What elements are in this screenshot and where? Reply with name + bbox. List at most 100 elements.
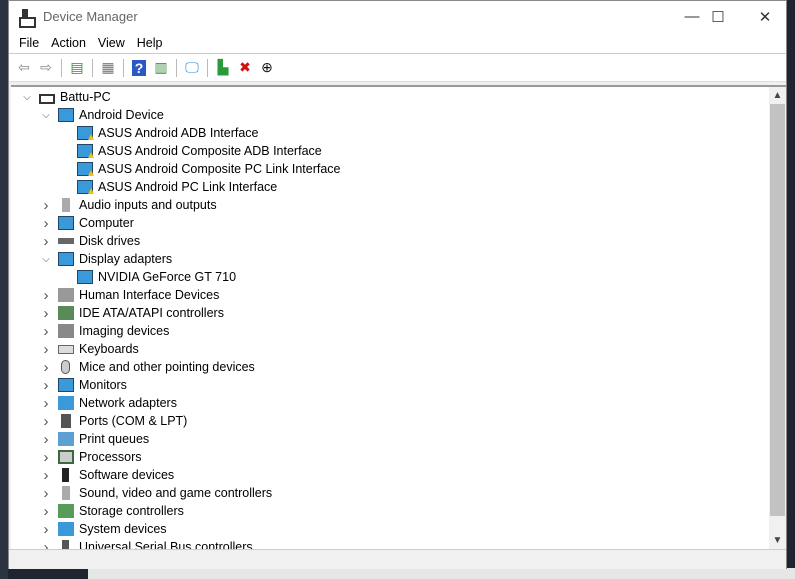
chevron-right-icon[interactable]: › [40, 413, 52, 430]
menu-view[interactable]: View [92, 36, 131, 50]
chevron-right-icon[interactable]: › [40, 287, 52, 304]
tree-item[interactable]: › Keyboards [40, 340, 139, 358]
tree-item-label: Human Interface Devices [79, 288, 220, 302]
port-icon [61, 414, 71, 428]
tree-item-label: Print queues [79, 432, 150, 446]
toolbar-separator [176, 58, 177, 77]
tree-item[interactable]: NVIDIA GeForce GT 710 [59, 268, 236, 286]
tree-item-label: IDE ATA/ATAPI controllers [79, 306, 224, 320]
tree-item[interactable]: › Mice and other pointing devices [40, 358, 255, 376]
tree-item[interactable]: › Monitors [40, 376, 127, 394]
tree-item[interactable]: ▲ ASUS Android ADB Interface [59, 124, 259, 143]
chevron-right-icon[interactable]: › [40, 503, 52, 520]
menu-bar: File Action View Help [9, 32, 786, 54]
tree-item[interactable]: ⌵ Battu-PC [21, 88, 111, 106]
menu-action[interactable]: Action [45, 36, 92, 50]
chevron-down-icon[interactable]: ⌵ [40, 254, 52, 265]
title-bar: Device Manager — ☐ ✕ [9, 1, 786, 32]
tree-item[interactable]: › Print queues [40, 430, 150, 448]
tree-item[interactable]: ▲ ASUS Android Composite PC Link Interfac… [59, 160, 340, 179]
tree-item-label: Disk drives [79, 234, 141, 248]
tree-item-label: Network adapters [79, 396, 177, 410]
processor-icon [58, 450, 74, 464]
chevron-right-icon[interactable]: › [40, 431, 52, 448]
monitor-icon [58, 252, 74, 266]
chevron-right-icon[interactable]: › [40, 467, 52, 484]
tree-item[interactable]: › Disk drives [40, 232, 141, 250]
tree-item[interactable]: › Network adapters [40, 394, 177, 412]
toolbar-separator [123, 58, 124, 77]
camera-icon [58, 324, 74, 338]
tree-item[interactable]: › Universal Serial Bus controllers [40, 538, 253, 549]
chevron-right-icon[interactable]: › [40, 215, 52, 232]
scroll-up-arrow[interactable]: ▲ [769, 87, 786, 104]
tree-item[interactable]: ▲ ASUS Android Composite ADB Interface [59, 142, 322, 161]
forward-icon[interactable]: ⇨ [35, 57, 57, 79]
device-manager-window: Device Manager — ☐ ✕ File Action View Help … [8, 0, 787, 569]
tree-item-label: Universal Serial Bus controllers [79, 540, 253, 549]
menu-file[interactable]: File [13, 36, 45, 50]
chevron-right-icon[interactable]: › [40, 341, 52, 358]
computer-root-icon [39, 94, 55, 104]
chevron-right-icon[interactable]: › [40, 305, 52, 322]
uninstall-device-icon[interactable]: ✖ [234, 57, 256, 79]
chevron-right-icon[interactable]: › [40, 539, 52, 550]
maximize-button[interactable]: ☐ [695, 1, 741, 32]
scrollbar-thumb[interactable] [770, 104, 785, 516]
update-driver-icon[interactable]: ▙ [212, 57, 234, 79]
tree-item-label: Battu-PC [60, 90, 111, 104]
chevron-right-icon[interactable]: › [40, 449, 52, 466]
chevron-right-icon[interactable]: › [40, 233, 52, 250]
tree-item[interactable]: › Processors [40, 448, 142, 466]
tree-item[interactable]: ▲ ASUS Android PC Link Interface [59, 178, 277, 197]
warning-device-icon: ▲ [77, 126, 96, 143]
speaker-icon [62, 198, 70, 212]
scan-hardware-icon[interactable]: 🖵 [181, 57, 203, 79]
tree-item-label: ASUS Android Composite ADB Interface [98, 144, 322, 158]
tree-item-label: ASUS Android ADB Interface [98, 126, 259, 140]
toolbar-separator [92, 58, 93, 77]
vertical-scrollbar[interactable]: ▲ ▼ [769, 87, 786, 549]
scroll-down-arrow[interactable]: ▼ [769, 532, 786, 549]
back-icon[interactable]: ⇦ [13, 57, 35, 79]
monitor-icon [58, 216, 74, 230]
chevron-right-icon[interactable]: › [40, 485, 52, 502]
tree-item[interactable]: ⌵ Display adapters [40, 250, 172, 268]
background-window [0, 0, 8, 579]
tree-item[interactable]: › Storage controllers [40, 502, 184, 520]
tree-item[interactable]: ⌵ Android Device [40, 106, 164, 124]
controller-icon [58, 306, 74, 320]
help-icon[interactable]: ? [132, 59, 146, 76]
tree-item[interactable]: › Imaging devices [40, 322, 170, 340]
tree-item-label: NVIDIA GeForce GT 710 [98, 270, 237, 284]
tree-item[interactable]: › IDE ATA/ATAPI controllers [40, 304, 224, 322]
tree-item-label: Keyboards [79, 342, 139, 356]
device-tree: ⌵ Battu-PC ⌵ Android Device ▲ ASUS Android AD… [11, 85, 786, 549]
chevron-down-icon[interactable]: ⌵ [21, 92, 33, 103]
show-hide-console-tree-icon[interactable]: ▤ [66, 57, 88, 79]
download-icon[interactable]: ⊕ [256, 57, 278, 79]
warning-device-icon: ▲ [77, 162, 96, 179]
menu-help[interactable]: Help [131, 36, 169, 50]
chevron-right-icon[interactable]: › [40, 197, 52, 214]
warning-device-icon: ▲ [77, 144, 96, 161]
chevron-right-icon[interactable]: › [40, 395, 52, 412]
chevron-down-icon[interactable]: ⌵ [40, 110, 52, 121]
tree-item[interactable]: › Sound, video and game controllers [40, 484, 273, 502]
chevron-right-icon[interactable]: › [40, 377, 52, 394]
tree-item[interactable]: › Computer [40, 214, 134, 232]
network-icon [58, 396, 74, 410]
background-taskbar [88, 568, 795, 579]
tree-item[interactable]: › Human Interface Devices [40, 286, 220, 304]
tree-item[interactable]: › System devices [40, 520, 167, 538]
chevron-right-icon[interactable]: › [40, 359, 52, 376]
tree-item[interactable]: › Ports (COM & LPT) [40, 412, 188, 430]
chevron-right-icon[interactable]: › [40, 521, 52, 538]
properties-icon[interactable]: ▦ [97, 57, 119, 79]
show-action-pane-icon[interactable]: ▥ [150, 57, 172, 79]
tree-item[interactable]: › Software devices [40, 466, 175, 484]
chevron-right-icon[interactable]: › [40, 323, 52, 340]
tree-item-label: System devices [79, 522, 167, 536]
close-button[interactable]: ✕ [742, 1, 788, 32]
tree-item[interactable]: › Audio inputs and outputs [40, 196, 217, 214]
